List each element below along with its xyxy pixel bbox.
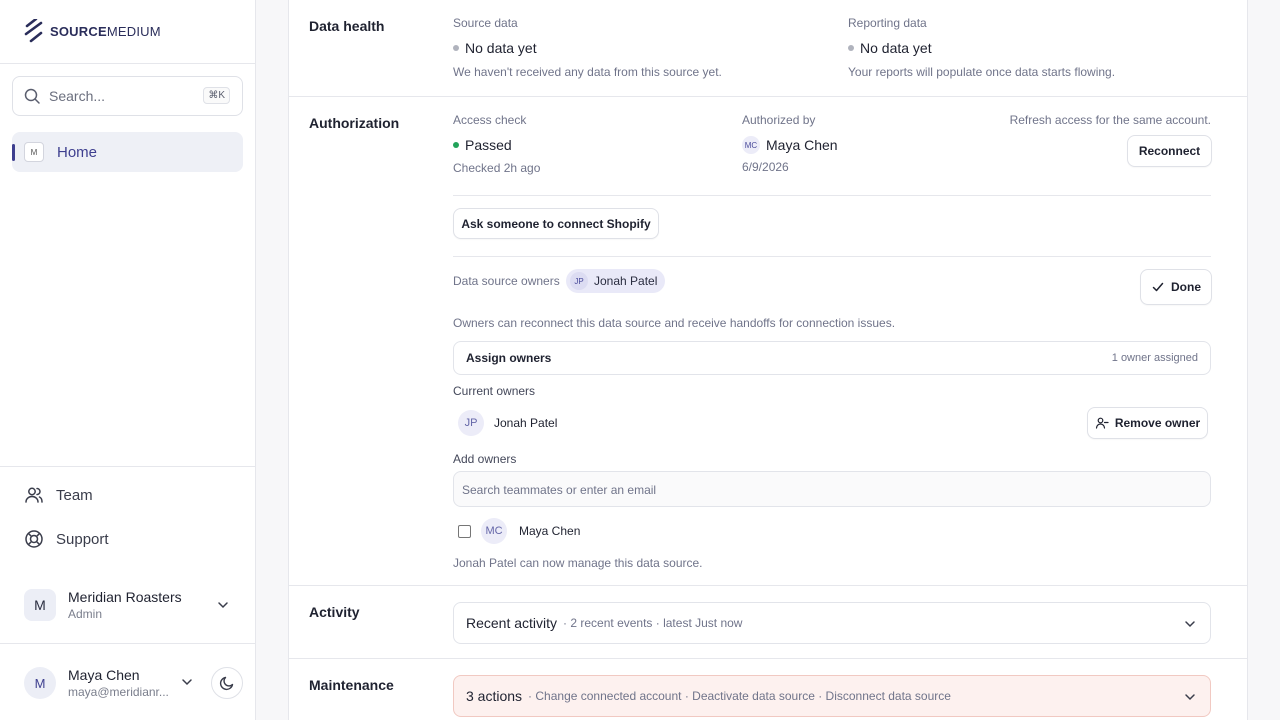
maintenance-actions-accordion[interactable]: 3 actions · Change connected account · D… <box>453 675 1211 717</box>
user-minus-icon <box>1095 417 1109 429</box>
sidebar-item-label: Team <box>56 486 93 504</box>
chevron-down-icon <box>1185 621 1195 628</box>
divider <box>0 63 256 64</box>
user-avatar: M <box>24 667 56 699</box>
user-name: Maya Chen <box>68 667 140 683</box>
search-input[interactable] <box>49 88 189 104</box>
refresh-note: Refresh access for the same account. <box>1009 113 1211 127</box>
chevron-down-icon[interactable] <box>217 599 229 611</box>
org-switcher[interactable]: M Meridian Roasters Admin <box>24 588 234 622</box>
assign-owners-box[interactable]: Assign owners 1 owner assigned <box>453 341 1211 375</box>
user-menu[interactable]: M Maya Chen maya@meridianr... <box>24 666 199 700</box>
divider <box>453 195 1211 196</box>
current-owner-avatar: JP <box>458 410 484 436</box>
section-title-activity: Activity <box>309 604 360 620</box>
add-owners-field[interactable]: Search teammates or enter an email <box>453 471 1211 507</box>
brand-name: SOURCEMEDIUM <box>50 23 161 39</box>
add-owners-label: Add owners <box>453 452 517 466</box>
authorized-by-label: Authorized by <box>742 113 816 127</box>
divider <box>0 466 256 467</box>
users-icon <box>25 487 43 503</box>
authorized-by-user: MC Maya Chen <box>742 136 838 154</box>
access-check-label: Access check <box>453 113 527 127</box>
owner-chip-avatar: JP <box>570 272 588 290</box>
search-shortcut: ⌘K <box>203 87 230 104</box>
owners-status-message: Jonah Patel can now manage this data sou… <box>453 556 703 570</box>
ask-connect-button[interactable]: Ask someone to connect Shopify <box>453 208 659 239</box>
user-email: maya@meridianr... <box>68 685 169 699</box>
brand-logo[interactable]: SOURCEMEDIUM <box>24 19 161 43</box>
recent-activity-accordion[interactable]: Recent activity · 2 recent events · late… <box>453 602 1211 644</box>
assign-owners-label: Assign owners <box>466 351 552 365</box>
source-data-label: Source data <box>453 16 518 30</box>
source-data-note: We haven't received any data from this s… <box>453 65 722 79</box>
owners-label: Data source owners <box>453 274 560 288</box>
section-title-data-health: Data health <box>309 18 385 34</box>
current-owner-row: JP Jonah Patel <box>458 410 557 436</box>
data-source-card: Data health Source data No data yet We h… <box>288 0 1248 720</box>
recent-activity-meta: · 2 recent events · latest Just now <box>563 616 743 630</box>
section-title-maintenance: Maintenance <box>309 677 394 693</box>
sidebar-item-label: Support <box>56 530 109 548</box>
owner-chip-name: Jonah Patel <box>594 274 658 288</box>
active-indicator <box>12 144 15 161</box>
search-box[interactable]: ⌘K <box>12 76 243 116</box>
remove-owner-button[interactable]: Remove owner <box>1087 407 1208 439</box>
status-dot <box>453 45 459 51</box>
sidebar-item-label: Home <box>57 143 98 161</box>
divider <box>453 256 1211 257</box>
sidebar: SOURCEMEDIUM ⌘K M Home Team Support M Me… <box>0 0 256 720</box>
candidate-checkbox[interactable] <box>458 524 471 538</box>
main-content: Data health Source data No data yet We h… <box>256 0 1280 720</box>
authorizer-avatar: MC <box>742 136 760 154</box>
candidate-avatar: MC <box>481 518 507 544</box>
assign-owners-count: 1 owner assigned <box>1111 352 1198 364</box>
recent-activity-summary: Recent activity <box>466 615 558 631</box>
access-check-note: Checked 2h ago <box>453 161 541 175</box>
reporting-data-note: Your reports will populate once data sta… <box>848 65 1116 79</box>
current-owners-label: Current owners <box>453 384 536 398</box>
divider <box>289 658 1247 659</box>
status-dot <box>453 142 459 148</box>
status-dot <box>848 45 854 51</box>
reconnect-button[interactable]: Reconnect <box>1127 135 1212 167</box>
divider <box>289 585 1247 586</box>
reporting-data-label: Reporting data <box>848 16 927 30</box>
sidebar-item-home[interactable]: M Home <box>12 132 243 172</box>
done-button[interactable]: Done <box>1140 269 1212 305</box>
moon-icon <box>219 676 234 691</box>
sidebar-item-team[interactable]: Team <box>24 485 93 505</box>
section-title-authorization: Authorization <box>309 115 400 131</box>
access-check-status: Passed <box>453 137 512 153</box>
owners-description: Owners can reconnect this data source an… <box>453 316 896 330</box>
chevron-down-icon[interactable] <box>181 676 193 688</box>
org-avatar: M <box>24 589 56 621</box>
authorized-date: 6/9/2026 <box>742 160 789 174</box>
sidebar-item-support[interactable]: Support <box>24 529 109 549</box>
maintenance-summary: 3 actions <box>466 688 523 704</box>
maintenance-meta: · Change connected account · Deactivate … <box>528 689 951 703</box>
reporting-data-status: No data yet <box>848 40 932 56</box>
owner-chip[interactable]: JP Jonah Patel <box>566 269 666 293</box>
check-icon <box>1152 282 1164 292</box>
search-icon <box>24 88 40 104</box>
lifebuoy-icon <box>25 530 43 548</box>
divider <box>289 96 1247 97</box>
candidate-name: Maya Chen <box>519 524 581 538</box>
divider <box>0 643 256 644</box>
theme-toggle-button[interactable] <box>211 667 243 699</box>
org-role: Admin <box>68 607 103 621</box>
org-name: Meridian Roasters <box>68 589 182 605</box>
add-owners-placeholder: Search teammates or enter an email <box>462 483 657 497</box>
home-icon: M <box>24 142 44 162</box>
current-owner-name: Jonah Patel <box>494 416 558 430</box>
source-data-status: No data yet <box>453 40 537 56</box>
candidate-row[interactable]: MC Maya Chen <box>458 518 580 544</box>
chevron-down-icon <box>1185 694 1195 701</box>
logo-mark-icon <box>24 19 43 43</box>
